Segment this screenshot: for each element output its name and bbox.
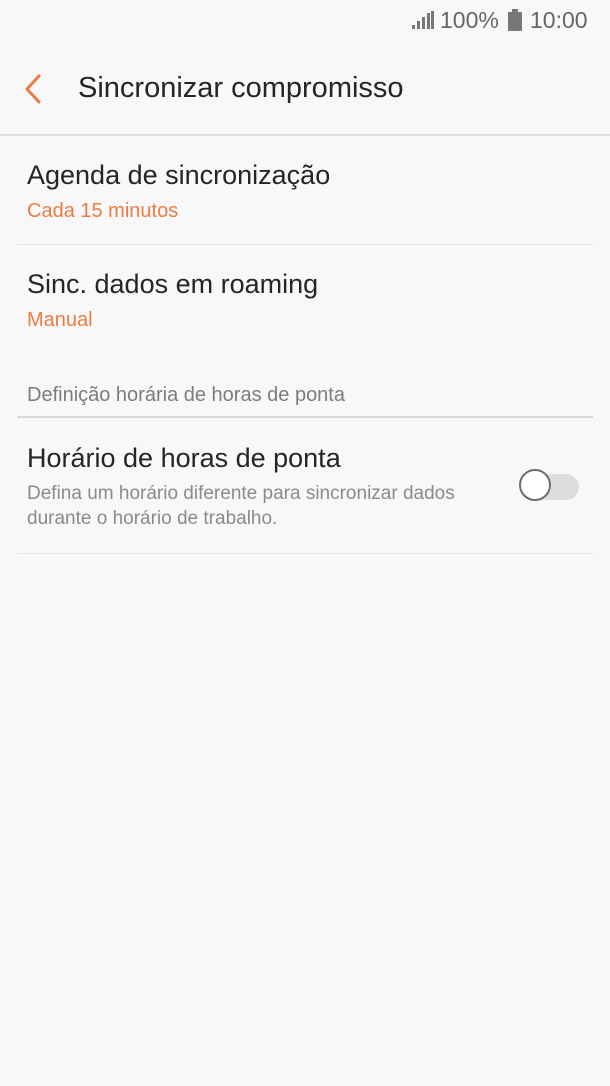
sync-schedule-item[interactable]: Agenda de sincronização Cada 15 minutos [17,136,593,245]
roaming-sync-value: Manual [27,309,93,331]
battery-full-icon [508,9,522,31]
peak-schedule-title: Horário de horas de ponta [27,443,341,473]
page-title: Sincronizar compromisso [78,72,404,104]
peak-schedule-toggle[interactable] [519,469,579,503]
sync-schedule-title: Agenda de sincronização [27,160,331,190]
app-bar: Sincronizar compromisso [0,40,610,136]
sync-schedule-value: Cada 15 minutos [27,200,179,222]
section-label: Definição horária de horas de ponta [27,384,345,406]
peak-hours-section-header: Definição horária de horas de ponta [17,372,593,418]
clock: 10:00 [530,7,588,33]
roaming-sync-title: Sinc. dados em roaming [27,269,319,299]
peak-schedule-description: Defina um horário diferente para sincron… [27,483,455,529]
toggle-knob [519,469,551,501]
signal-bars-icon [412,11,434,29]
peak-schedule-item[interactable]: Horário de horas de ponta Defina um horá… [17,419,593,554]
chevron-left-icon [25,74,41,104]
battery-percent: 100% [440,7,499,33]
roaming-sync-item[interactable]: Sinc. dados em roaming Manual [17,245,593,355]
status-bar: 100% 10:00 [0,0,610,40]
back-button[interactable] [14,66,54,110]
